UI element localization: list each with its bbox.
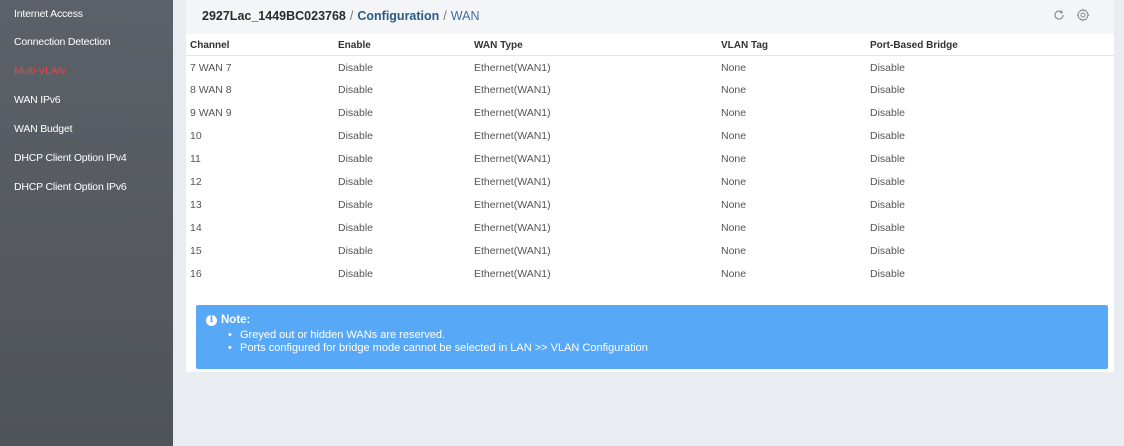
- cell-wan-type: Ethernet(WAN1): [474, 107, 551, 119]
- note-title: Note:: [221, 314, 251, 326]
- cell-channel: 16: [190, 268, 202, 280]
- cell-enable: Disable: [338, 84, 374, 96]
- table-row[interactable]: 12 Disable Ethernet(WAN1) None Disable: [186, 172, 1114, 195]
- breadcrumb: 2927Lac_1449BC023768/Configuration / WAN: [202, 9, 479, 23]
- cell-vlan-tag: None: [721, 153, 747, 165]
- cell-channel: 7 WAN 7: [190, 62, 232, 74]
- table-row[interactable]: 13 Disable Ethernet(WAN1) None Disable: [186, 195, 1114, 218]
- cell-wan-type: Ethernet(WAN1): [474, 62, 551, 74]
- cell-enable: Disable: [338, 268, 374, 280]
- cell-channel: 12: [190, 176, 202, 188]
- cell-vlan-tag: None: [721, 268, 747, 280]
- cell-vlan-tag: None: [721, 176, 747, 188]
- table-row[interactable]: 9 WAN 9 Disable Ethernet(WAN1) None Disa…: [186, 103, 1114, 126]
- column-header-wan-type: WAN Type: [474, 40, 523, 51]
- cell-enable: Disable: [338, 176, 374, 188]
- cell-port-based-bridge: Disable: [870, 268, 906, 280]
- breadcrumb-wan[interactable]: WAN: [451, 9, 480, 23]
- cell-vlan-tag: None: [721, 130, 747, 142]
- cell-vlan-tag: None: [721, 245, 747, 257]
- table-header: Channel Enable WAN Type VLAN Tag Port-Ba…: [186, 34, 1114, 56]
- table-row[interactable]: 10 Disable Ethernet(WAN1) None Disable: [186, 126, 1114, 149]
- cell-enable: Disable: [338, 245, 374, 257]
- table-row[interactable]: 7 WAN 7 Disable Ethernet(WAN1) None Disa…: [186, 58, 1114, 81]
- cell-channel: 8 WAN 8: [190, 84, 232, 96]
- table-row[interactable]: 11 Disable Ethernet(WAN1) None Disable: [186, 149, 1114, 172]
- cell-vlan-tag: None: [721, 199, 747, 211]
- main-content: 2927Lac_1449BC023768/Configuration / WAN C…: [173, 0, 1124, 446]
- column-header-port-based-bridge: Port-Based Bridge: [870, 40, 958, 51]
- sidebar-item-connection-detection[interactable]: Connection Detection: [0, 28, 173, 57]
- cell-vlan-tag: None: [721, 107, 747, 119]
- cell-channel: 11: [190, 153, 201, 165]
- table-row[interactable]: 14 Disable Ethernet(WAN1) None Disable: [186, 218, 1114, 241]
- cell-wan-type: Ethernet(WAN1): [474, 245, 551, 257]
- cell-channel: 13: [190, 199, 202, 211]
- table-row[interactable]: 16 Disable Ethernet(WAN1) None Disable: [186, 264, 1114, 287]
- sidebar-item-dhcp-client-option-ipv6[interactable]: DHCP Client Option IPv6: [0, 173, 173, 202]
- sidebar: Internet Access Connection Detection Mul…: [0, 0, 173, 446]
- sidebar-item-wan-budget[interactable]: WAN Budget: [0, 115, 173, 144]
- cell-port-based-bridge: Disable: [870, 176, 906, 188]
- breadcrumb-separator: /: [349, 9, 354, 23]
- table-row[interactable]: 15 Disable Ethernet(WAN1) None Disable: [186, 241, 1114, 264]
- cell-port-based-bridge: Disable: [870, 62, 906, 74]
- cell-port-based-bridge: Disable: [870, 84, 906, 96]
- breadcrumb-device: 2927Lac_1449BC023768: [202, 9, 346, 23]
- refresh-icon[interactable]: [1051, 7, 1067, 23]
- cell-wan-type: Ethernet(WAN1): [474, 84, 551, 96]
- cell-wan-type: Ethernet(WAN1): [474, 153, 551, 165]
- cell-vlan-tag: None: [721, 62, 747, 74]
- cell-enable: Disable: [338, 153, 374, 165]
- cell-enable: Disable: [338, 199, 374, 211]
- note-item: Ports configured for bridge mode cannot …: [228, 342, 648, 355]
- cell-channel: 10: [190, 130, 202, 142]
- sidebar-item-wan-ipv6[interactable]: WAN IPv6: [0, 86, 173, 115]
- cell-enable: Disable: [338, 107, 374, 119]
- cell-port-based-bridge: Disable: [870, 199, 906, 211]
- info-icon: i: [206, 314, 217, 326]
- cell-port-based-bridge: Disable: [870, 153, 906, 165]
- column-header-enable: Enable: [338, 40, 371, 51]
- gear-icon[interactable]: [1075, 7, 1091, 23]
- wan-table-card: Channel Enable WAN Type VLAN Tag Port-Ba…: [186, 34, 1114, 372]
- cell-wan-type: Ethernet(WAN1): [474, 199, 551, 211]
- cell-wan-type: Ethernet(WAN1): [474, 176, 551, 188]
- column-header-vlan-tag: VLAN Tag: [721, 40, 769, 51]
- cell-vlan-tag: None: [721, 222, 747, 234]
- table-row[interactable]: 8 WAN 8 Disable Ethernet(WAN1) None Disa…: [186, 80, 1114, 103]
- cell-wan-type: Ethernet(WAN1): [474, 130, 551, 142]
- cell-port-based-bridge: Disable: [870, 130, 906, 142]
- note-box: i Note: Greyed out or hidden WANs are re…: [196, 305, 1108, 369]
- sidebar-item-multi-vlan[interactable]: Multi-VLAN: [0, 57, 173, 86]
- cell-port-based-bridge: Disable: [870, 107, 906, 119]
- cell-enable: Disable: [338, 222, 374, 234]
- column-header-channel: Channel: [190, 40, 230, 51]
- cell-enable: Disable: [338, 62, 374, 74]
- cell-port-based-bridge: Disable: [870, 245, 906, 257]
- cell-port-based-bridge: Disable: [870, 222, 906, 234]
- cell-wan-type: Ethernet(WAN1): [474, 222, 551, 234]
- cell-wan-type: Ethernet(WAN1): [474, 268, 551, 280]
- note-item: Greyed out or hidden WANs are reserved.: [228, 329, 648, 342]
- note-list: Greyed out or hidden WANs are reserved. …: [228, 329, 648, 355]
- note-heading: i Note:: [206, 314, 250, 326]
- cell-channel: 14: [190, 222, 202, 234]
- cell-enable: Disable: [338, 130, 374, 142]
- breadcrumb-configuration[interactable]: Configuration: [357, 9, 439, 23]
- breadcrumb-separator: /: [443, 9, 447, 23]
- page-header: 2927Lac_1449BC023768/Configuration / WAN: [186, 0, 1114, 34]
- sidebar-item-dhcp-client-option-ipv4[interactable]: DHCP Client Option IPv4: [0, 144, 173, 173]
- cell-channel: 9 WAN 9: [190, 107, 232, 119]
- cell-vlan-tag: None: [721, 84, 747, 96]
- sidebar-item-internet-access[interactable]: Internet Access: [0, 0, 173, 28]
- cell-channel: 15: [190, 245, 202, 257]
